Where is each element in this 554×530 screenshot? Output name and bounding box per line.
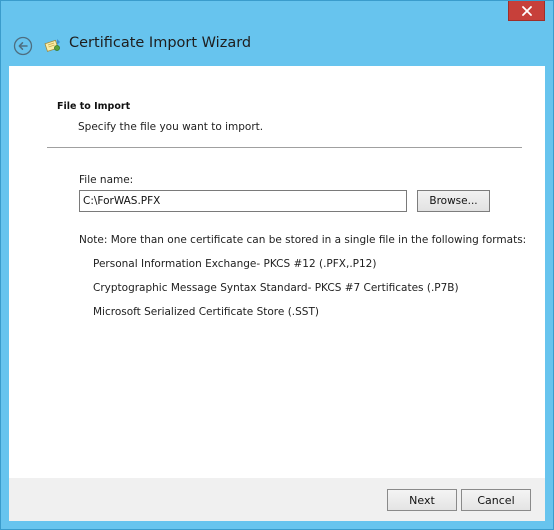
section-description: Specify the file you want to import.: [78, 121, 264, 133]
back-button[interactable]: [13, 36, 33, 56]
cancel-button[interactable]: Cancel: [461, 489, 531, 511]
next-button[interactable]: Next: [387, 489, 457, 511]
certificate-icon: [44, 36, 62, 54]
format-item-pfx: Personal Information Exchange- PKCS #12 …: [93, 258, 377, 270]
back-arrow-icon: [13, 36, 33, 56]
format-item-sst: Microsoft Serialized Certificate Store (…: [93, 306, 319, 318]
wizard-content: File to Import Specify the file you want…: [9, 66, 545, 478]
file-name-label: File name:: [79, 174, 134, 186]
divider: [47, 147, 522, 148]
close-icon: [521, 5, 532, 16]
wizard-window: Certificate Import Wizard File to Import…: [0, 0, 554, 530]
browse-button[interactable]: Browse...: [417, 190, 490, 212]
note-text: Note: More than one certificate can be s…: [79, 234, 527, 246]
section-heading: File to Import: [57, 101, 131, 112]
wizard-footer: Next Cancel: [9, 478, 545, 521]
format-item-p7b: Cryptographic Message Syntax Standard- P…: [93, 282, 459, 294]
close-button[interactable]: [508, 1, 545, 21]
window-title: Certificate Import Wizard: [69, 35, 252, 51]
file-name-input[interactable]: [79, 190, 407, 212]
